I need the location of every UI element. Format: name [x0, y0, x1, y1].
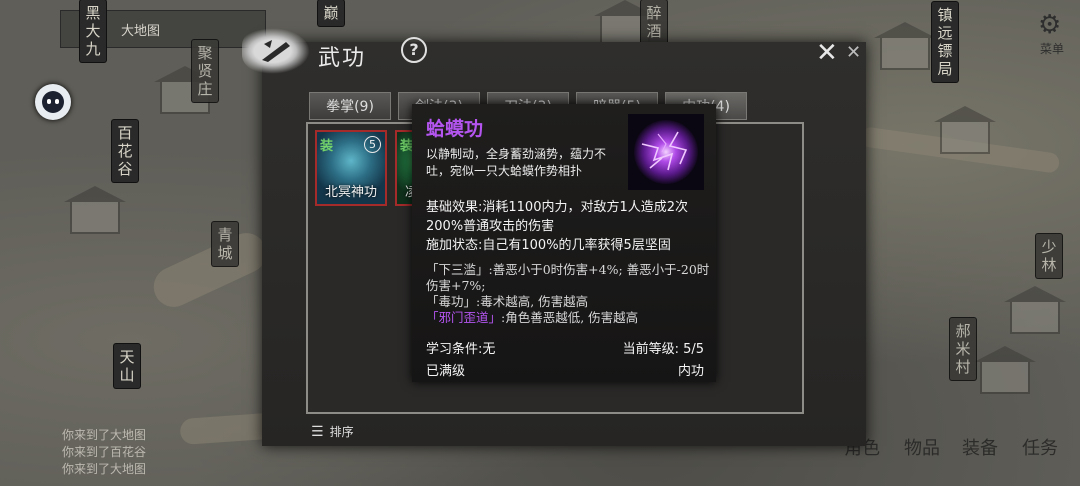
close-button[interactable]: ✕ — [816, 40, 838, 66]
sort-label: 排序 — [329, 425, 354, 439]
sort-icon: ☰ — [311, 424, 324, 440]
gear-icon[interactable]: ⚙ — [1038, 10, 1061, 40]
tooltip-max-status: 已满级 — [426, 364, 466, 379]
map-location-label: 大地图 — [121, 23, 161, 39]
place-label[interactable]: 百花谷 — [112, 120, 138, 182]
menu-quest-button[interactable]: 任务 — [1022, 434, 1058, 460]
skill-level-badge: 5 — [364, 136, 381, 153]
brush-emblem-icon — [242, 28, 310, 74]
menu-equipment-button[interactable]: 装备 — [962, 434, 998, 460]
place-label[interactable]: 天山 — [114, 344, 140, 388]
help-button[interactable]: ? — [401, 37, 427, 63]
tooltip-skill-name: 蛤蟆功 — [426, 118, 484, 140]
tab-fist[interactable]: 拳掌(9) — [309, 92, 391, 120]
map-house — [934, 106, 996, 154]
map-house — [974, 346, 1036, 394]
purple-orb-skill-icon — [628, 114, 704, 190]
tooltip-category: 内功 — [677, 364, 704, 379]
trait-line: 「毒功」:毒术越高, 伤害越高 — [426, 294, 589, 309]
tooltip-status-effect: 施加状态:自己有100%的几率获得5层坚固 — [426, 238, 671, 253]
tooltip-effects: 基础效果:消耗1100内力，对敌方1人造成2次200%普通攻击的伤害 施加状态:… — [426, 198, 708, 255]
map-house — [874, 22, 936, 70]
place-label[interactable]: 青城 — [212, 222, 238, 266]
map-message: 你来到了大地图 — [62, 462, 147, 476]
place-label[interactable]: 镇远镖局 — [932, 2, 958, 82]
panel-title: 武功 — [318, 46, 367, 71]
tooltip-base-effect: 基础效果:消耗1100内力，对敌方1人造成2次200%普通攻击的伤害 — [426, 200, 689, 234]
trait-line: 「下三滥」:善恶小于0时伤害+4%; 善恶小于-20时伤害+7%; — [426, 262, 710, 293]
tooltip-current-level: 当前等级: 5/5 — [622, 342, 704, 357]
skill-card-name: 北冥神功 — [324, 185, 377, 200]
equipped-tag: 装 — [320, 139, 334, 154]
sort-button[interactable]: ☰ 排序 — [311, 423, 354, 440]
place-label[interactable]: 醉酒 — [641, 0, 667, 44]
place-label[interactable]: 少林 — [1036, 234, 1062, 278]
tooltip-requirement-row: 学习条件:无 当前等级: 5/5 — [426, 338, 704, 357]
trait-line: 「邪门歪道」:角色善恶越低, 伤害越高 — [426, 310, 639, 325]
menu-items-button[interactable]: 物品 — [904, 434, 940, 460]
skill-card[interactable]: 装 5 北冥神功 — [315, 130, 387, 206]
robot-face-icon — [42, 91, 64, 113]
tooltip-requirement: 学习条件:无 — [426, 342, 496, 357]
map-message: 你来到了百花谷 — [62, 445, 147, 459]
companion-avatar-button[interactable] — [35, 84, 71, 120]
place-label[interactable]: 郝米村 — [950, 318, 976, 380]
place-label[interactable]: 黑大九 — [80, 0, 106, 62]
skill-tooltip: 蛤蟆功 以静制动，全身蓄劲涵势，蕴力不吐，宛似一只大蛤蟆作势相扑 基础效果:消耗… — [412, 104, 716, 382]
map-house — [1004, 286, 1066, 334]
tooltip-description: 以静制动，全身蓄劲涵势，蕴力不吐，宛似一只大蛤蟆作势相扑 — [426, 147, 607, 178]
tooltip-traits: 「下三滥」:善恶小于0时伤害+4%; 善恶小于-20时伤害+7%; 「毒功」:毒… — [426, 262, 710, 326]
map-message: 你来到了大地图 — [62, 428, 147, 442]
place-label[interactable]: 聚贤庄 — [192, 40, 218, 102]
close-icon[interactable]: ✕ — [846, 44, 861, 62]
tooltip-status-row: 已满级 内功 — [426, 360, 704, 379]
place-label[interactable]: 巅 — [318, 0, 344, 26]
map-house — [64, 186, 126, 234]
settings-label: 菜单 — [1040, 42, 1065, 56]
